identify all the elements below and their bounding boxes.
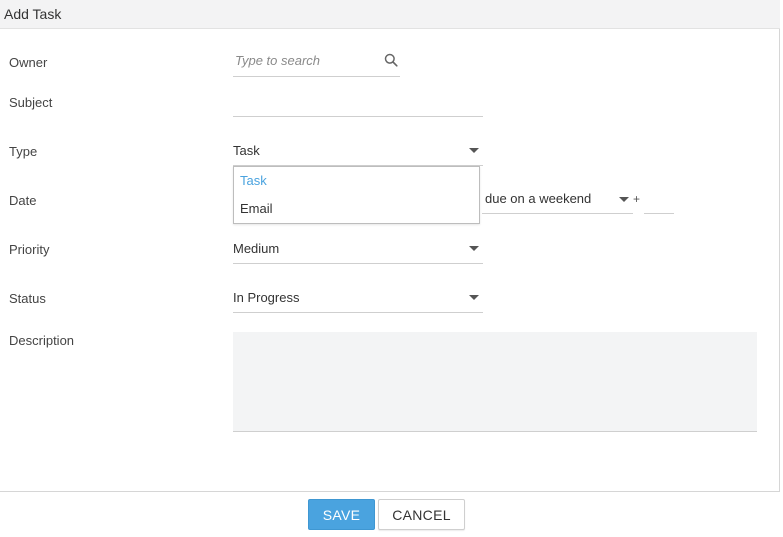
- priority-selected-value: Medium: [233, 241, 280, 256]
- date-rule-value: due on a weekend: [485, 191, 592, 206]
- type-selected-value: Task: [233, 143, 260, 158]
- date-label: Date: [9, 193, 37, 208]
- type-option-task[interactable]: Task: [240, 173, 267, 188]
- date-rule-select[interactable]: due on a weekend: [482, 190, 633, 214]
- search-icon[interactable]: [384, 53, 398, 67]
- caret-down-icon: [619, 197, 629, 202]
- dialog-footer: SAVE CANCEL: [0, 491, 780, 536]
- status-label: Status: [9, 291, 46, 306]
- owner-label: Owner: [9, 55, 48, 70]
- caret-down-icon: [469, 148, 479, 153]
- dialog-title: Add Task: [4, 6, 62, 22]
- type-dropdown-menu: Task Email: [233, 166, 480, 224]
- priority-select[interactable]: Medium: [233, 240, 483, 264]
- date-offset-plus: +: [633, 192, 641, 206]
- owner-search-field[interactable]: Type to search: [233, 52, 400, 77]
- type-option-email[interactable]: Email: [240, 201, 273, 216]
- type-select[interactable]: Task: [233, 142, 483, 166]
- description-label: Description: [9, 333, 75, 348]
- subject-input[interactable]: [233, 92, 483, 117]
- priority-label: Priority: [9, 242, 50, 257]
- type-label: Type: [9, 144, 38, 159]
- date-offset-input[interactable]: [644, 190, 674, 214]
- status-select[interactable]: In Progress: [233, 289, 483, 313]
- description-textarea[interactable]: [233, 332, 757, 432]
- owner-search-placeholder: Type to search: [235, 53, 321, 68]
- caret-down-icon: [469, 246, 479, 251]
- add-task-dialog: Add Task Owner Type to search Subject Ty…: [0, 0, 780, 536]
- subject-label: Subject: [9, 95, 53, 110]
- cancel-button[interactable]: CANCEL: [378, 499, 465, 530]
- save-button[interactable]: SAVE: [308, 499, 375, 530]
- dialog-header: Add Task: [0, 0, 780, 29]
- caret-down-icon: [469, 295, 479, 300]
- status-selected-value: In Progress: [233, 290, 300, 305]
